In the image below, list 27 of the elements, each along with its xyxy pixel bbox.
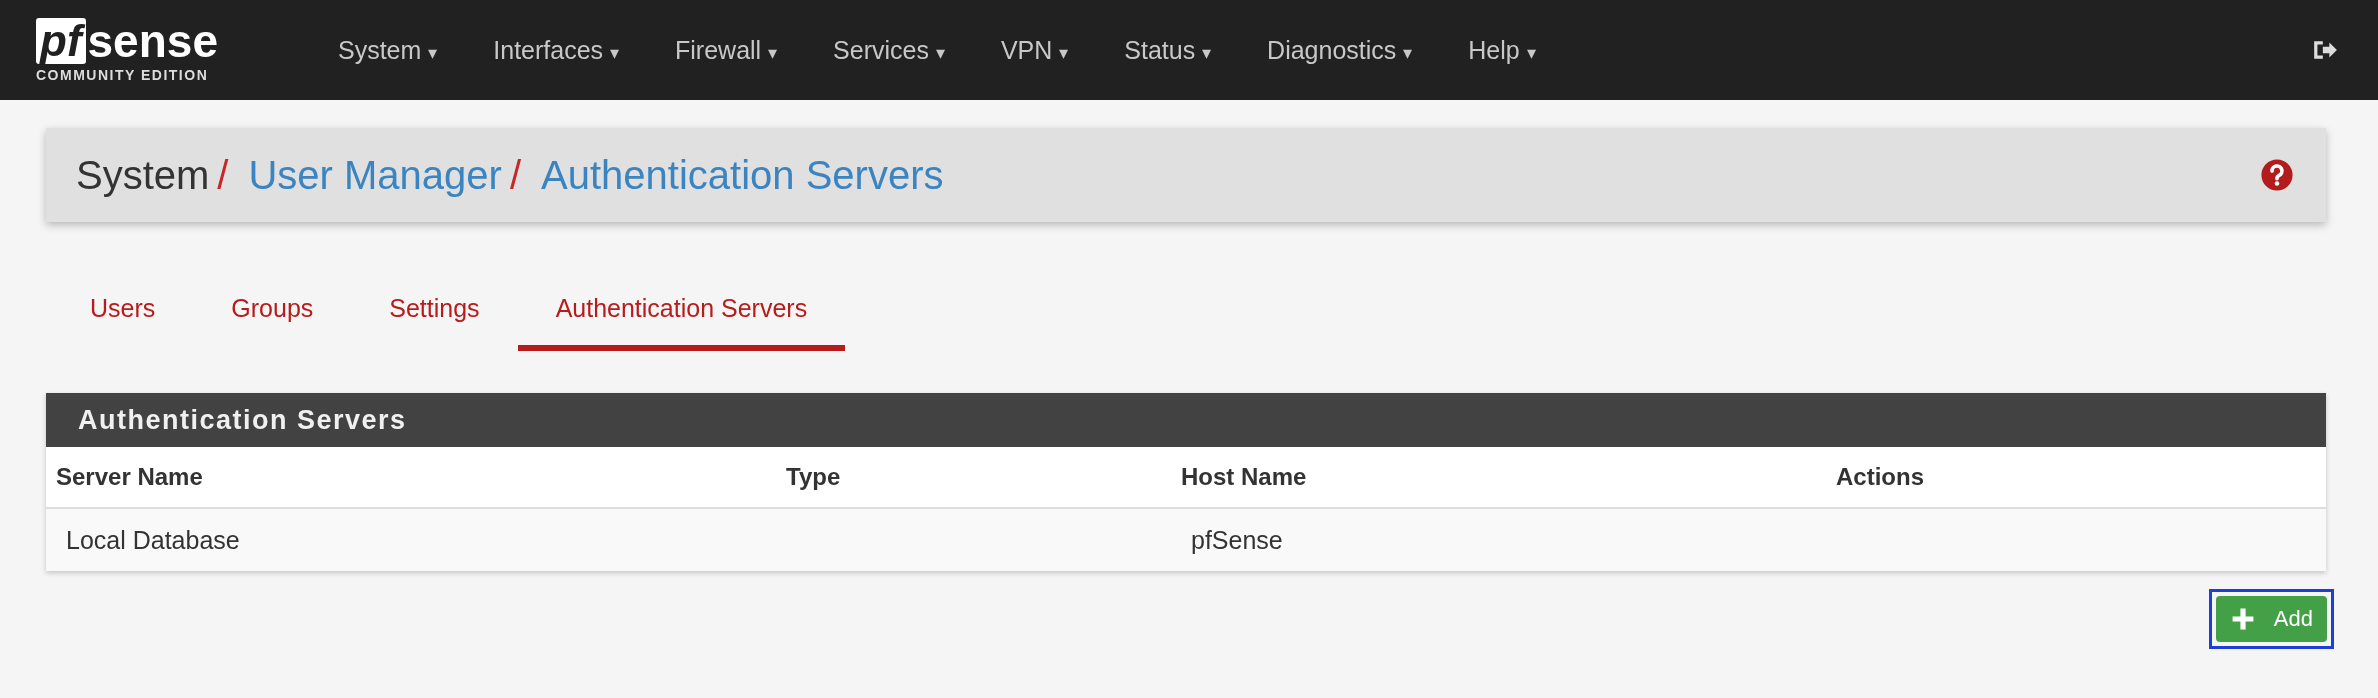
breadcrumb-separator: / [217, 152, 229, 198]
logout-icon[interactable] [2312, 39, 2338, 61]
logo-mark: pf [36, 17, 86, 64]
nav-menu-item[interactable]: Diagnostics ▾ [1267, 35, 1413, 65]
nav-menu-item[interactable]: Interfaces ▾ [493, 35, 620, 65]
table-cell: pfSense [1191, 525, 1283, 554]
help-icon[interactable] [2260, 158, 2294, 192]
nav-menu-item[interactable]: Firewall ▾ [675, 35, 778, 65]
table-cell: Local Database [66, 525, 240, 554]
panel-heading: Authentication Servers [46, 393, 2326, 447]
nav-menu-item[interactable]: Status ▾ [1124, 35, 1212, 65]
tab[interactable]: Users [52, 294, 194, 351]
breadcrumb-separator: / [509, 152, 522, 198]
nav-menu-item[interactable]: System ▾ [338, 35, 438, 65]
logo-edition-text: COMMUNITY EDITION [36, 66, 209, 83]
column-header: Server Name [55, 463, 204, 491]
nav-menu-item[interactable]: Help ▾ [1468, 35, 1536, 65]
breadcrumb-text: System [76, 152, 210, 198]
column-header: Type [785, 463, 842, 491]
tab[interactable]: Groups [193, 294, 352, 351]
tab[interactable]: Authentication Servers [517, 294, 846, 351]
nav-menu-item[interactable]: VPN ▾ [1000, 35, 1069, 65]
tab[interactable]: Settings [351, 294, 518, 351]
nav-menu-item[interactable]: Services ▾ [833, 35, 945, 65]
column-header: Host Name [1180, 463, 1308, 491]
column-header: Actions [1835, 463, 1925, 491]
logo-wordmark: sense [87, 17, 218, 64]
